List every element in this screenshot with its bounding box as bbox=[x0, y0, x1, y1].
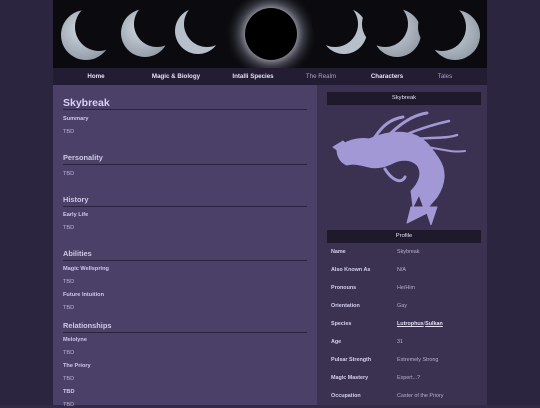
history-divider bbox=[63, 206, 307, 207]
nav-characters[interactable]: Characters bbox=[349, 68, 425, 85]
profile-label: Occupation bbox=[331, 393, 361, 399]
future-intuition-label: Future Intuition bbox=[63, 292, 105, 298]
personality-divider bbox=[63, 164, 307, 165]
profile-label: Also Known As bbox=[331, 267, 371, 273]
early-life-label: Early Life bbox=[63, 212, 89, 218]
profile-value: Skybreak bbox=[397, 249, 420, 255]
melolyne-label: Melolyne bbox=[63, 337, 87, 343]
the-priory-text: TBD bbox=[63, 376, 75, 382]
future-intuition-text: TBD bbox=[63, 305, 75, 311]
page-background-left bbox=[0, 0, 53, 405]
the-priory-label: The Priory bbox=[63, 363, 91, 369]
nav-the-realm[interactable]: The Realm bbox=[293, 68, 349, 85]
profile-value: 31 bbox=[397, 339, 403, 345]
nav-magic-biology[interactable]: Magic & Biology bbox=[139, 68, 213, 85]
profile-row-occupation: Occupation Caster of the Priory bbox=[327, 388, 481, 405]
tbd-relationship-label: TBD bbox=[63, 389, 75, 395]
personality-heading: Personality bbox=[63, 153, 103, 162]
abilities-divider bbox=[63, 260, 307, 261]
personality-text: TBD bbox=[63, 171, 75, 177]
nav-intalli-species[interactable]: Intalli Species bbox=[213, 68, 293, 85]
tbd-relationship-text: TBD bbox=[63, 402, 75, 408]
profile-row-age: Age 31 bbox=[327, 334, 481, 351]
profile-label: Pulsar Strength bbox=[331, 357, 372, 363]
profile-row-magic-mastery: Magic Mastery Expert...? bbox=[327, 370, 481, 387]
crescent-1-icon bbox=[61, 3, 123, 60]
profile-value: Caster of the Priory bbox=[397, 393, 444, 399]
creature-silhouette-icon bbox=[332, 111, 466, 225]
species-link-lutrophus[interactable]: Lutrophus bbox=[397, 321, 424, 327]
crescent-3-icon bbox=[175, 1, 230, 54]
eclipse-banner bbox=[53, 0, 487, 68]
profile-label: Age bbox=[331, 339, 342, 345]
profile-row-orientation: Orientation Gay bbox=[327, 298, 481, 315]
page-background-right bbox=[487, 0, 540, 405]
profile-label: Magic Mastery bbox=[331, 375, 369, 381]
profile-row-also-known-as: Also Known As N/A bbox=[327, 262, 481, 279]
magic-wellspring-label: Magic Wellspring bbox=[63, 266, 109, 272]
profile-value: Extremely Strong bbox=[397, 357, 439, 363]
crescent-5-icon bbox=[362, 1, 421, 57]
magic-wellspring-text: TBD bbox=[63, 279, 75, 285]
crescent-6-icon bbox=[418, 3, 480, 60]
relationships-divider bbox=[63, 332, 307, 333]
profile-row-pronouns: Pronouns He/Him bbox=[327, 280, 481, 297]
title-divider bbox=[63, 109, 307, 110]
species-link-sulkan[interactable]: Sulkan bbox=[425, 321, 443, 327]
abilities-heading: Abilities bbox=[63, 249, 92, 258]
nav-home[interactable]: Home bbox=[53, 68, 139, 85]
melolyne-text: TBD bbox=[63, 350, 75, 356]
profile-label: Pronouns bbox=[331, 285, 357, 291]
crescent-4-icon bbox=[312, 1, 367, 54]
profile-label: Species bbox=[331, 321, 352, 327]
profile-value: N/A bbox=[397, 267, 406, 273]
profile-value: Gay bbox=[397, 303, 407, 309]
early-life-text: TBD bbox=[63, 225, 75, 231]
main-nav: Home Magic & Biology Intalli Species The… bbox=[53, 68, 487, 85]
page-title: Skybreak bbox=[63, 97, 110, 109]
profile-value: Expert...? bbox=[397, 375, 421, 381]
relationships-heading: Relationships bbox=[63, 321, 112, 330]
total-eclipse-icon bbox=[225, 0, 317, 68]
article-content: Skybreak Summary TBD Personality TBD His… bbox=[53, 85, 317, 408]
profile-row-name: Name Skybreak bbox=[327, 244, 481, 261]
profile-value: He/Him bbox=[397, 285, 415, 291]
crescent-2-icon bbox=[121, 1, 180, 57]
profile-label: Name bbox=[331, 249, 346, 255]
profile-label: Orientation bbox=[331, 303, 360, 309]
summary-text: TBD bbox=[63, 129, 75, 135]
profile-row-species: Species Lutrophus/Sulkan bbox=[327, 316, 481, 333]
page-container: Home Magic & Biology Intalli Species The… bbox=[53, 0, 487, 408]
profile-value-species: Lutrophus/Sulkan bbox=[397, 321, 443, 327]
summary-label: Summary bbox=[63, 116, 89, 122]
nav-tales[interactable]: Tales bbox=[425, 68, 465, 85]
profile-row-pulsar-strength: Pulsar Strength Extremely Strong bbox=[327, 352, 481, 369]
history-heading: History bbox=[63, 195, 89, 204]
infobox: Skybreak Profile Name Skybreak Also Know… bbox=[317, 85, 487, 405]
infobox-profile-header: Profile bbox=[327, 230, 481, 243]
infobox-name-header: Skybreak bbox=[327, 92, 481, 105]
